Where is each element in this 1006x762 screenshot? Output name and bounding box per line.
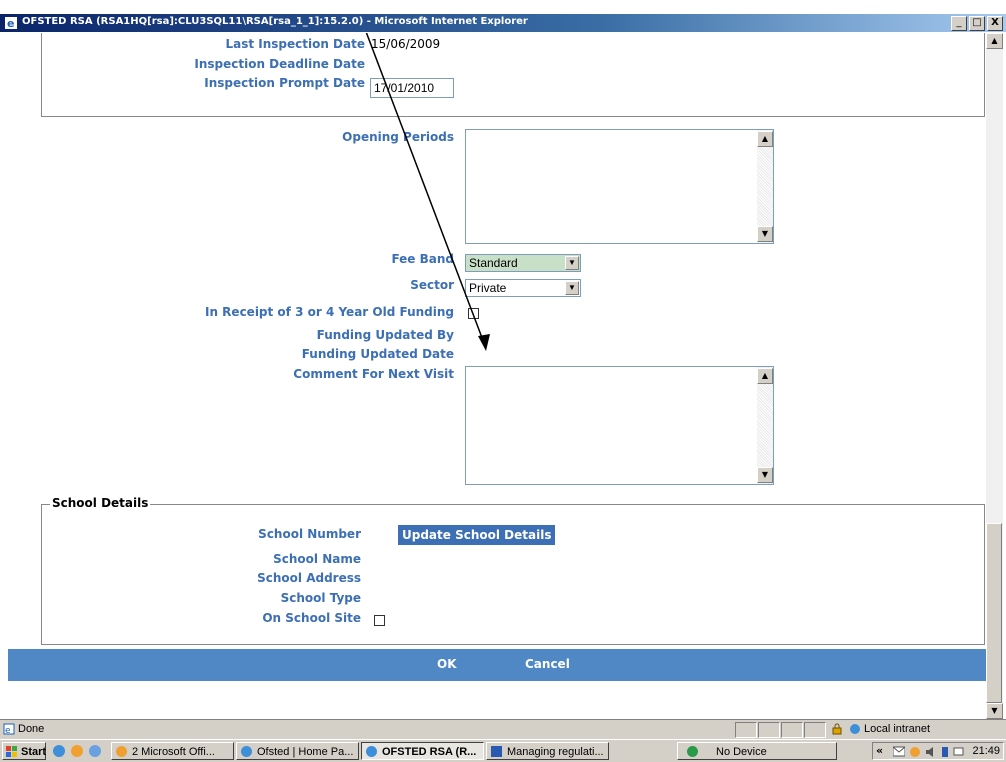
taskbar-item-label: Ofsted | Home Pa...	[257, 746, 354, 758]
outlook-tray-icon[interactable]	[909, 746, 921, 758]
taskbar-item-label: OFSTED RSA (R...	[382, 746, 477, 758]
quick-launch-outlook-icon[interactable]	[70, 744, 84, 758]
lock-icon	[832, 723, 842, 735]
ie-icon	[366, 746, 377, 757]
scroll-up-icon[interactable]: ▲	[986, 33, 1003, 49]
network-icon[interactable]	[953, 746, 965, 758]
maximize-button[interactable]: □	[969, 16, 985, 31]
page-content: Last Inspection Date 15/06/2009 Inspecti…	[8, 33, 986, 719]
battery-icon[interactable]	[941, 746, 949, 758]
start-label: Start	[21, 746, 47, 758]
clock: 21:49	[972, 745, 1000, 757]
taskbar-item-word[interactable]: Managing regulati...	[486, 742, 609, 760]
status-bar: e Done Local intranet	[0, 719, 1006, 739]
status-cell	[735, 722, 757, 738]
quick-launch-ie-icon[interactable]	[52, 744, 66, 758]
taskbar-item-ofsted-rsa[interactable]: OFSTED RSA (R...	[361, 742, 484, 760]
page-scrollbar[interactable]: ▲ ▼	[986, 33, 1003, 719]
title-bar[interactable]: e OFSTED RSA (RSA1HQ[rsa]:CLU3SQL11\RSA[…	[0, 14, 1006, 32]
status-cell	[804, 722, 826, 738]
mail-icon[interactable]	[893, 746, 905, 757]
taskbar-item-outlook[interactable]: 2 Microsoft Offi...	[111, 742, 234, 760]
word-icon	[491, 746, 502, 757]
windows-logo-icon	[6, 746, 17, 757]
outlook-icon	[116, 746, 127, 757]
scroll-thumb[interactable]	[986, 523, 1002, 703]
window-title: OFSTED RSA (RSA1HQ[rsa]:CLU3SQL11\RSA[rs…	[22, 16, 528, 27]
page-done-icon: e	[3, 723, 15, 735]
close-button[interactable]: X	[987, 16, 1003, 31]
taskbar: Start 2 Microsoft Offi... Ofsted | Home …	[0, 739, 1006, 762]
ie-icon: e	[5, 17, 17, 30]
taskbar-item-label: 2 Microsoft Offi...	[132, 746, 215, 758]
volume-icon[interactable]	[925, 746, 937, 758]
taskbar-item-no-device[interactable]: No Device	[677, 742, 837, 760]
taskbar-item-label: Managing regulati...	[507, 746, 604, 758]
minimize-button[interactable]: _	[951, 16, 967, 31]
ie-icon	[241, 746, 252, 757]
scroll-down-icon[interactable]: ▼	[986, 703, 1003, 719]
status-cell	[758, 722, 780, 738]
start-button[interactable]: Start	[2, 742, 46, 760]
svg-text:e: e	[7, 17, 14, 30]
status-text: Done	[18, 723, 45, 735]
taskbar-item-ofsted-home[interactable]: Ofsted | Home Pa...	[236, 742, 359, 760]
taskbar-item-label: No Device	[716, 746, 767, 758]
status-cell	[781, 722, 803, 738]
annotation-arrow	[365, 33, 490, 351]
svg-text:e: e	[5, 726, 11, 735]
quick-launch-app-icon[interactable]	[88, 744, 102, 758]
zone-text: Local intranet	[864, 723, 931, 735]
device-icon	[687, 746, 698, 757]
tray-expand-icon[interactable]: «	[876, 744, 883, 757]
intranet-zone-icon	[850, 724, 860, 734]
system-tray: « 21:49	[872, 742, 1004, 760]
